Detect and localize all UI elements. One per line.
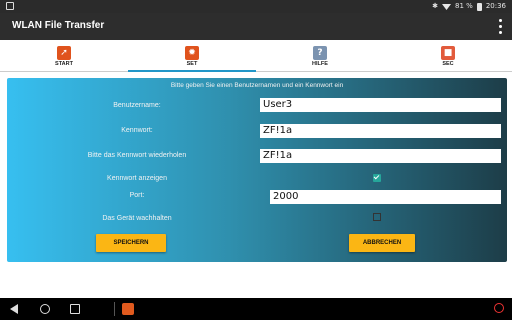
question-icon: ? xyxy=(313,46,327,60)
gear-icon: ✹ xyxy=(185,46,199,60)
port-field[interactable] xyxy=(270,190,501,204)
tab-label: HILFE xyxy=(312,61,328,67)
status-bar: ✱ 81 % 20:36 xyxy=(0,0,512,13)
cancel-button[interactable]: ABBRECHEN xyxy=(349,234,415,252)
password-label: Kennwort: xyxy=(121,127,153,134)
recent-apps-icon[interactable] xyxy=(70,304,80,314)
rocket-icon: ➚ xyxy=(57,46,71,60)
keep-awake-checkbox[interactable] xyxy=(373,213,381,221)
username-label: Benutzername: xyxy=(113,102,161,109)
app-shortcut-icon[interactable] xyxy=(122,303,134,315)
clock: 20:36 xyxy=(485,2,506,10)
status-icons: ✱ 81 % 20:36 xyxy=(432,2,506,11)
tab-label: START xyxy=(55,61,73,67)
port-label: Port: xyxy=(129,192,145,199)
show-password-checkbox[interactable] xyxy=(373,174,381,182)
tab-label: SET xyxy=(186,61,198,67)
tab-start[interactable]: ➚ START xyxy=(0,40,128,72)
app-bar: WLAN File Transfer xyxy=(0,13,512,40)
home-icon[interactable] xyxy=(40,304,50,314)
username-field[interactable] xyxy=(260,98,501,112)
password-field[interactable] xyxy=(260,124,501,138)
back-icon[interactable] xyxy=(10,304,18,314)
lock-icon: ■ xyxy=(441,46,455,60)
speed-gauge-icon[interactable] xyxy=(494,303,504,313)
form-header: Bitte geben Sie einen Benutzernamen und … xyxy=(170,82,344,89)
app-title: WLAN File Transfer xyxy=(12,20,105,31)
battery-percent: 81 % xyxy=(455,2,473,10)
tab-bar: ➚ START ✹ SET ? HILFE ■ SEC xyxy=(0,40,512,72)
show-password-label: Kennwort anzeigen xyxy=(107,175,167,182)
screenshot-notification-icon xyxy=(6,2,14,10)
tab-set[interactable]: ✹ SET xyxy=(128,40,256,72)
tab-label: SEC xyxy=(442,61,454,67)
bluetooth-icon: ✱ xyxy=(432,2,439,10)
wifi-icon xyxy=(442,4,452,10)
password-repeat-field[interactable] xyxy=(260,149,501,163)
tab-hilfe[interactable]: ? HILFE xyxy=(256,40,384,72)
tab-sec[interactable]: ■ SEC xyxy=(384,40,512,72)
navigation-bar xyxy=(0,298,512,320)
content-area: Bitte geben Sie einen Benutzernamen und … xyxy=(0,72,512,298)
overflow-menu-icon[interactable] xyxy=(496,19,504,34)
keep-awake-label: Das Gerät wachhalten xyxy=(102,215,172,222)
password-repeat-label: Bitte das Kennwort wiederholen xyxy=(87,152,187,159)
save-button[interactable]: SPEICHERN xyxy=(96,234,166,252)
divider xyxy=(114,302,115,316)
battery-icon xyxy=(476,2,482,11)
settings-panel: Bitte geben Sie einen Benutzernamen und … xyxy=(7,78,507,262)
